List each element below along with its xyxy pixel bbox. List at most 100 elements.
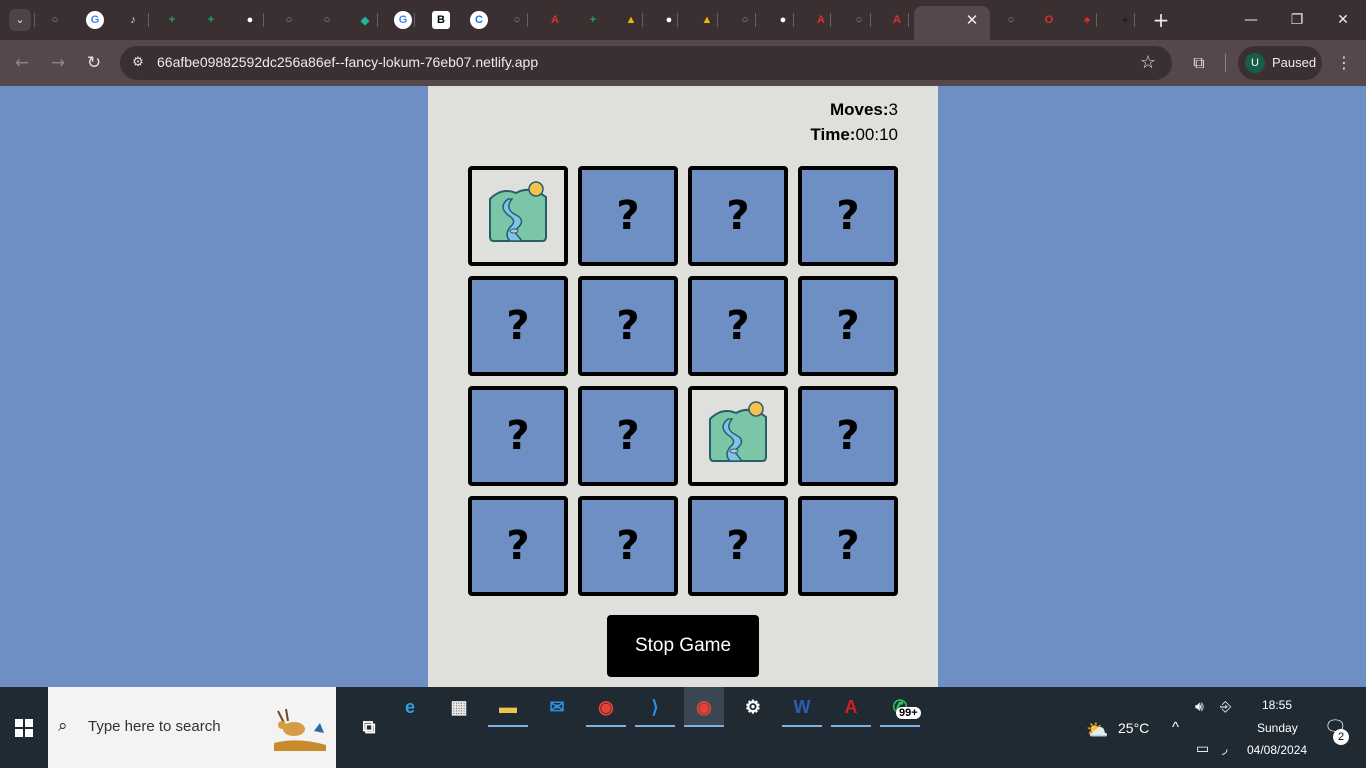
- whatsapp-badge: 99+: [896, 707, 921, 719]
- globe-icon[interactable]: ○: [1002, 11, 1020, 29]
- card-revealed[interactable]: [688, 386, 788, 486]
- running-indicator: [586, 725, 626, 727]
- river-landscape-icon: [486, 179, 550, 253]
- globe-icon[interactable]: ○: [318, 11, 336, 29]
- tab-divider: [263, 13, 264, 27]
- card-hidden[interactable]: ?: [798, 386, 898, 486]
- vscode-icon[interactable]: ⟩: [635, 687, 675, 727]
- taskbar-search[interactable]: ⌕ Type here to search: [48, 687, 336, 768]
- address-bar[interactable]: ⚙ 66afbe09882592dc256a86ef--fancy-lokum-…: [120, 46, 1172, 80]
- speaker-icon[interactable]: 🔊︎: [1195, 698, 1204, 715]
- profile-button[interactable]: U Paused: [1238, 46, 1322, 80]
- time-label: Time:: [810, 125, 856, 144]
- edge-icon[interactable]: e: [390, 687, 430, 727]
- battery-icon[interactable]: ▭: [1196, 740, 1209, 757]
- card-hidden[interactable]: ?: [578, 496, 678, 596]
- site-settings-icon[interactable]: ⚙: [128, 53, 148, 73]
- moves-counter: Moves:3: [830, 100, 898, 120]
- card-hidden[interactable]: ?: [468, 386, 568, 486]
- diamond-icon[interactable]: ◆: [356, 11, 374, 29]
- question-mark-icon: ?: [506, 303, 530, 349]
- card-hidden[interactable]: ?: [688, 496, 788, 596]
- card-hidden[interactable]: ?: [798, 276, 898, 376]
- globe-icon[interactable]: ○: [46, 11, 64, 29]
- weather-temp[interactable]: 25°C: [1118, 720, 1149, 736]
- menu-icon[interactable]: ⋮: [1334, 51, 1354, 75]
- restore-button[interactable]: ❐: [1274, 0, 1320, 40]
- card-hidden[interactable]: ?: [468, 496, 568, 596]
- mail-icon[interactable]: ✉: [537, 687, 577, 727]
- adobe-icon[interactable]: A: [546, 11, 564, 29]
- card-hidden[interactable]: ?: [578, 386, 678, 486]
- reload-icon[interactable]: ↻: [82, 51, 106, 75]
- close-icon[interactable]: ✕: [962, 10, 982, 30]
- card-hidden[interactable]: ?: [468, 276, 568, 376]
- clock-time[interactable]: 18:55: [1262, 698, 1292, 712]
- chevron-up-icon[interactable]: ^: [1172, 719, 1179, 736]
- adobe-icon[interactable]: A: [812, 11, 830, 29]
- time-value: 00:10: [855, 125, 898, 144]
- clock-date[interactable]: 04/08/2024: [1247, 743, 1307, 757]
- running-indicator: [488, 725, 528, 727]
- b-icon[interactable]: B: [432, 11, 450, 29]
- settings-icon[interactable]: ⚙: [733, 687, 773, 727]
- file-explorer-icon[interactable]: ▬: [488, 687, 528, 727]
- tab-divider: [642, 13, 643, 27]
- forward-icon[interactable]: →: [46, 51, 70, 75]
- card-hidden[interactable]: ?: [688, 276, 788, 376]
- windows-start-button[interactable]: [0, 687, 48, 768]
- clock-day[interactable]: Sunday: [1257, 721, 1298, 735]
- music-note-icon[interactable]: ♪: [124, 11, 142, 29]
- wifi-icon[interactable]: ◞: [1222, 740, 1227, 757]
- new-tab-button[interactable]: +: [1150, 9, 1172, 31]
- globe-icon[interactable]: ○: [736, 11, 754, 29]
- meet-now-icon[interactable]: ⎆: [1220, 698, 1231, 715]
- adobe-icon[interactable]: A: [888, 11, 906, 29]
- back-icon[interactable]: ←: [10, 51, 34, 75]
- bookmark-star-icon[interactable]: ☆: [1137, 52, 1159, 74]
- card-hidden[interactable]: ?: [798, 496, 898, 596]
- question-mark-icon: ?: [726, 303, 750, 349]
- running-indicator: [880, 725, 920, 727]
- tab-divider: [793, 13, 794, 27]
- minimize-button[interactable]: —: [1228, 0, 1274, 40]
- google-sheets-icon[interactable]: +: [163, 11, 181, 29]
- butterfly-icon[interactable]: ✦: [1116, 11, 1134, 29]
- github-icon[interactable]: ●: [774, 11, 792, 29]
- acrobat-icon[interactable]: ♠: [1078, 11, 1096, 29]
- globe-icon[interactable]: ○: [850, 11, 868, 29]
- google-sheets-icon[interactable]: +: [202, 11, 220, 29]
- url-text[interactable]: 66afbe09882592dc256a86ef--fancy-lokum-76…: [157, 54, 538, 70]
- github-icon[interactable]: ●: [241, 11, 259, 29]
- acrobat-icon[interactable]: A: [831, 687, 871, 727]
- google-drive-icon[interactable]: ▲: [698, 11, 716, 29]
- card-hidden[interactable]: ?: [688, 166, 788, 266]
- github-icon[interactable]: ●: [660, 11, 678, 29]
- chrome-icon[interactable]: ◉: [586, 687, 626, 727]
- close-window-button[interactable]: ✕: [1320, 0, 1366, 40]
- opera-icon[interactable]: O: [1040, 11, 1058, 29]
- store-icon[interactable]: ▦: [439, 687, 479, 727]
- extensions-icon[interactable]: ⧉: [1187, 51, 1211, 75]
- google-drive-icon[interactable]: ▲: [622, 11, 640, 29]
- word-icon[interactable]: W: [782, 687, 822, 727]
- task-view-icon[interactable]: ⧉: [349, 707, 389, 747]
- google-icon[interactable]: G: [394, 11, 412, 29]
- c-icon[interactable]: C: [470, 11, 488, 29]
- google-sheets-icon[interactable]: +: [584, 11, 602, 29]
- card-revealed[interactable]: [468, 166, 568, 266]
- gazelle-illustration-icon: [274, 708, 326, 751]
- globe-icon[interactable]: ○: [280, 11, 298, 29]
- card-hidden[interactable]: ?: [798, 166, 898, 266]
- tab-search-button[interactable]: ⌄: [9, 9, 31, 31]
- chrome-icon[interactable]: ◉: [684, 687, 724, 727]
- question-mark-icon: ?: [616, 303, 640, 349]
- tab-divider: [677, 13, 678, 27]
- tab-strip: ⌄ ○G♪++●○○◆GBC○A+▲●▲○●A○A◆○O♠✦ ✕ + — ❐ ✕: [0, 0, 1366, 40]
- globe-icon[interactable]: ○: [508, 11, 526, 29]
- card-hidden[interactable]: ?: [578, 166, 678, 266]
- card-hidden[interactable]: ?: [578, 276, 678, 376]
- search-icon: ⌕: [58, 716, 68, 736]
- stop-game-button[interactable]: Stop Game: [607, 615, 759, 677]
- google-icon[interactable]: G: [86, 11, 104, 29]
